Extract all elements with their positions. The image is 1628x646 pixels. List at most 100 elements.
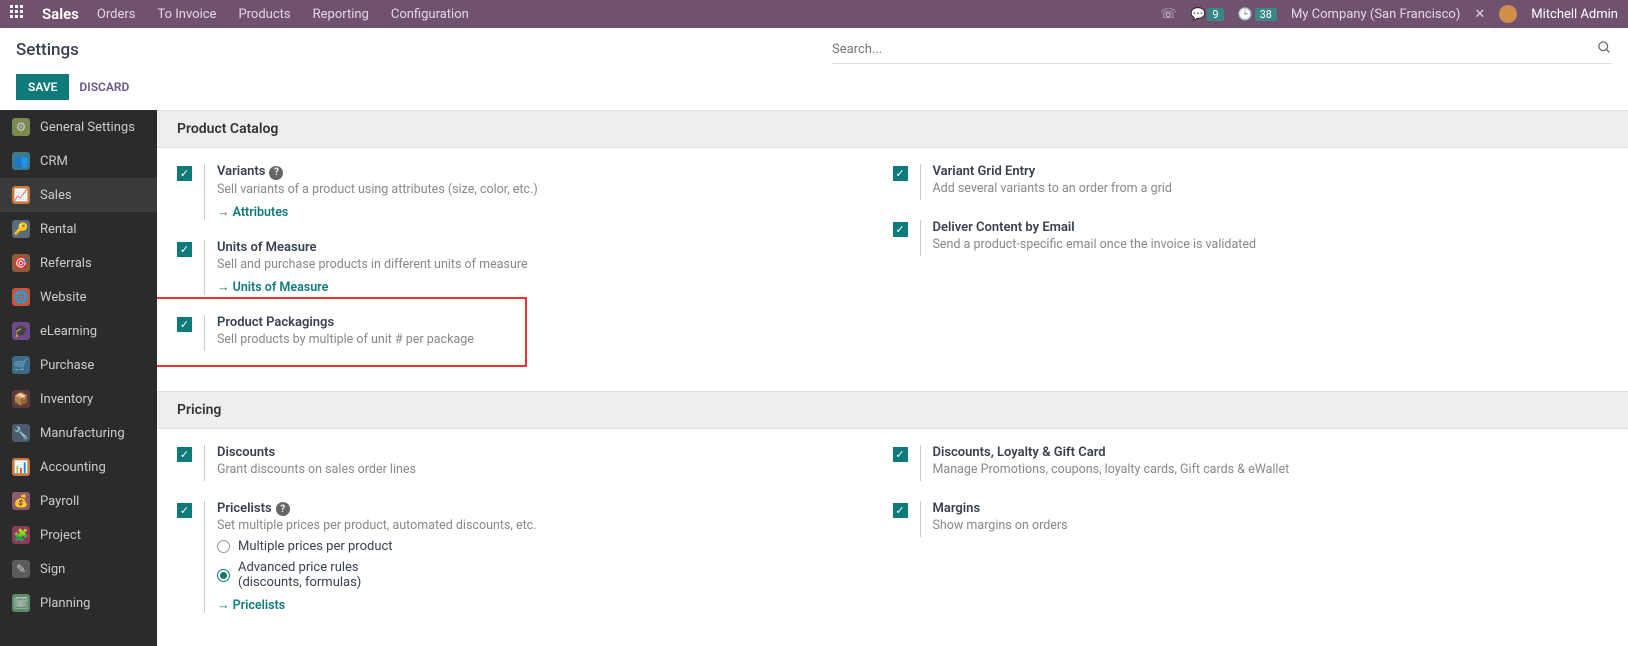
sidebar-item-label: Accounting bbox=[40, 460, 106, 475]
sidebar-item-label: Website bbox=[40, 290, 87, 305]
section-title: Product Catalog bbox=[157, 110, 1628, 148]
section-pricing: Pricing✓DiscountsGrant discounts on sale… bbox=[157, 391, 1628, 646]
setting-desc: Manage Promotions, coupons, loyalty card… bbox=[933, 462, 1609, 477]
settings-sidebar: ⚙General Settings👥CRM📈Sales🔑Rental 🎯 Refer… bbox=[0, 110, 157, 646]
radio-option[interactable]: Multiple prices per product bbox=[217, 539, 893, 554]
voip-icon[interactable]: ☏ bbox=[1160, 7, 1176, 22]
setting-desc: Grant discounts on sales order lines bbox=[217, 462, 893, 477]
sidebar-item-label: Payroll bbox=[40, 494, 79, 509]
setting-pricelists: ✓Pricelists?Set multiple prices per prod… bbox=[177, 501, 893, 614]
debug-icon[interactable]: ✕ bbox=[1474, 7, 1485, 22]
sidebar-item-manufacturing[interactable]: 🔧Manufacturing bbox=[0, 416, 157, 450]
elearning-icon: 🎓 bbox=[12, 322, 30, 340]
setting-title: Deliver Content by Email bbox=[933, 220, 1609, 235]
radio[interactable] bbox=[217, 540, 230, 553]
search-box[interactable] bbox=[832, 36, 1612, 64]
sidebar-item-project[interactable]: 🧩 Project bbox=[0, 518, 157, 552]
sales-icon: 📈 bbox=[12, 186, 30, 204]
radio-option[interactable]: Advanced price rules(discounts, formulas… bbox=[217, 560, 893, 590]
setting-title: Variants? bbox=[217, 164, 893, 180]
website-icon: 🌐 bbox=[12, 288, 30, 306]
setting-discounts-loyalty-gift-card: ✓ Discounts, Loyalty & Gift Card Manage Pr… bbox=[893, 445, 1609, 481]
help-icon[interactable]: ? bbox=[276, 502, 290, 516]
setting-title: Margins bbox=[933, 501, 1609, 516]
setting-link-pricelists[interactable]: Pricelists bbox=[217, 598, 893, 613]
payroll-icon: 💰 bbox=[12, 492, 30, 510]
checkbox[interactable]: ✓ bbox=[177, 166, 192, 181]
clock-badge: 38 bbox=[1255, 8, 1277, 21]
divider bbox=[920, 164, 921, 200]
activities-icon[interactable]: 🕒38 bbox=[1238, 7, 1277, 21]
save-button[interactable]: SAVE bbox=[16, 74, 69, 100]
nav-reporting[interactable]: Reporting bbox=[313, 7, 369, 22]
sidebar-item-label: General Settings bbox=[40, 120, 135, 135]
divider bbox=[204, 445, 205, 481]
sidebar-item-crm[interactable]: 👥CRM bbox=[0, 144, 157, 178]
divider bbox=[204, 240, 205, 295]
setting-link-attributes[interactable]: Attributes bbox=[217, 205, 893, 220]
sidebar-item-elearning[interactable]: 🎓eLearning bbox=[0, 314, 157, 348]
nav-to-invoice[interactable]: To Invoice bbox=[157, 7, 216, 22]
checkbox[interactable]: ✓ bbox=[177, 317, 192, 332]
purchase-icon: 🛒 bbox=[12, 356, 30, 374]
checkbox[interactable]: ✓ bbox=[177, 447, 192, 462]
sidebar-item-sign[interactable]: ✎Sign bbox=[0, 552, 157, 586]
sidebar-item-sales[interactable]: 📈Sales bbox=[0, 178, 157, 212]
company-switcher[interactable]: My Company (San Francisco) bbox=[1291, 7, 1460, 22]
settings-content: Product Catalog✓Variants?Sell variants o… bbox=[157, 110, 1628, 646]
chat-badge: 9 bbox=[1207, 8, 1223, 21]
setting-desc: Sell and purchase products in different … bbox=[217, 257, 893, 272]
sidebar-item-website[interactable]: 🌐 Website bbox=[0, 280, 157, 314]
sign-icon: ✎ bbox=[12, 560, 30, 578]
checkbox[interactable]: ✓ bbox=[893, 503, 908, 518]
sidebar-item-payroll[interactable]: 💰 Payroll bbox=[0, 484, 157, 518]
project-icon: 🧩 bbox=[12, 526, 30, 544]
divider bbox=[204, 164, 205, 220]
col-right: ✓ Discounts, Loyalty & Gift Card Manage Pr… bbox=[893, 445, 1609, 634]
sidebar-item-label: Project bbox=[40, 528, 81, 543]
nav-orders[interactable]: Orders bbox=[97, 7, 136, 22]
avatar[interactable] bbox=[1499, 5, 1517, 23]
help-icon[interactable]: ? bbox=[269, 166, 283, 180]
divider bbox=[920, 220, 921, 256]
discard-button[interactable]: DISCARD bbox=[79, 80, 129, 94]
sidebar-item-label: Manufacturing bbox=[40, 426, 125, 441]
sidebar-item-label: CRM bbox=[40, 154, 68, 169]
referrals-icon: 🎯 bbox=[12, 254, 30, 272]
checkbox[interactable]: ✓ bbox=[893, 166, 908, 181]
user-name[interactable]: Mitchell Admin bbox=[1531, 7, 1618, 22]
setting-variant-grid-entry: ✓Variant Grid EntryAdd several variants … bbox=[893, 164, 1609, 200]
setting-product-packagings: ✓Product PackagingsSell products by mult… bbox=[177, 315, 893, 351]
header: Settings bbox=[0, 28, 1628, 68]
radio[interactable] bbox=[217, 569, 230, 582]
sidebar-item-planning[interactable]: 🗓Planning bbox=[0, 586, 157, 620]
divider bbox=[204, 501, 205, 614]
checkbox[interactable]: ✓ bbox=[893, 447, 908, 462]
setting-title: Variant Grid Entry bbox=[933, 164, 1609, 179]
page-title: Settings bbox=[16, 40, 79, 60]
nav-products[interactable]: Products bbox=[238, 7, 290, 22]
sidebar-item-label: Referrals bbox=[40, 256, 92, 271]
sidebar-item-general-settings[interactable]: ⚙General Settings bbox=[0, 110, 157, 144]
checkbox[interactable]: ✓ bbox=[177, 503, 192, 518]
setting-title: Units of Measure bbox=[217, 240, 893, 255]
search-icon[interactable] bbox=[1597, 40, 1612, 59]
sidebar-item-rental[interactable]: 🔑Rental bbox=[0, 212, 157, 246]
sidebar-item-purchase[interactable]: 🛒Purchase bbox=[0, 348, 157, 382]
checkbox[interactable]: ✓ bbox=[177, 242, 192, 257]
messaging-icon[interactable]: 💬9 bbox=[1190, 7, 1223, 21]
apps-icon[interactable] bbox=[10, 5, 24, 23]
sidebar-item-referrals[interactable]: 🎯 Referrals bbox=[0, 246, 157, 280]
topbar: Sales Orders To Invoice Products Reporti… bbox=[0, 0, 1628, 28]
section-title: Pricing bbox=[157, 391, 1628, 429]
app-brand: Sales bbox=[42, 5, 79, 23]
setting-link-units-of-measure[interactable]: Units of Measure bbox=[217, 280, 893, 295]
setting-title: Discounts, Loyalty & Gift Card bbox=[933, 445, 1609, 460]
search-input[interactable] bbox=[832, 42, 1597, 57]
setting-variants: ✓Variants?Sell variants of a product usi… bbox=[177, 164, 893, 220]
nav-configuration[interactable]: Configuration bbox=[391, 7, 469, 22]
divider bbox=[920, 445, 921, 481]
checkbox[interactable]: ✓ bbox=[893, 222, 908, 237]
sidebar-item-accounting[interactable]: 📊Accounting bbox=[0, 450, 157, 484]
sidebar-item-inventory[interactable]: 📦Inventory bbox=[0, 382, 157, 416]
